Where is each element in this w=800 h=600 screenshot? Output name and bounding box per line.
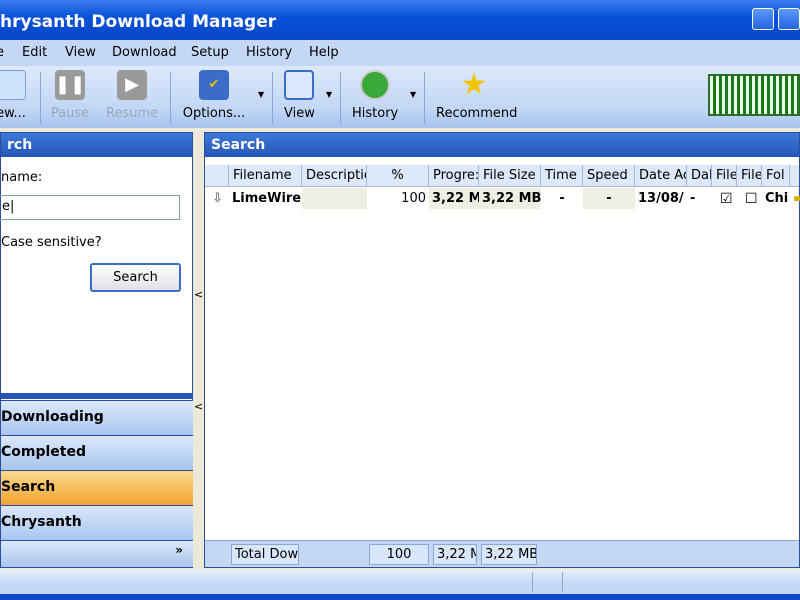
- col-folder[interactable]: Fol: [762, 165, 790, 187]
- total-progress: 3,22 M: [433, 544, 477, 565]
- history-dropdown-icon[interactable]: ▼: [410, 90, 416, 99]
- history-icon: [360, 70, 390, 100]
- col-time[interactable]: Time F: [541, 165, 583, 187]
- totals-footer: Total Dow 100 3,22 M 3,22 MB: [205, 540, 799, 567]
- separator: [340, 72, 341, 124]
- panel-header: Search: [205, 133, 799, 157]
- options-button[interactable]: ✔ Options...: [182, 70, 246, 121]
- folder-icon: ▬: [793, 191, 800, 206]
- search-button[interactable]: Search: [90, 263, 181, 292]
- total-label: Total Dow: [231, 544, 299, 565]
- more-buttons-icon[interactable]: »: [1, 540, 193, 567]
- cell-progress: 3,22 M: [429, 188, 479, 209]
- title-bar: hrysanth Download Manager: [0, 0, 800, 40]
- status-divider: [562, 572, 563, 592]
- total-file-size: 3,22 MB: [481, 544, 537, 565]
- menu-setup[interactable]: Setup: [191, 45, 229, 60]
- download-arrow-icon: ⇩: [212, 191, 223, 206]
- status-divider: [532, 572, 533, 592]
- view-dropdown-icon[interactable]: ▼: [326, 90, 332, 99]
- window-title: hrysanth Download Manager: [0, 12, 277, 32]
- play-icon: ▶: [117, 70, 147, 100]
- separator: [170, 72, 171, 124]
- name-input[interactable]: e|: [0, 195, 180, 220]
- view-button[interactable]: View: [284, 70, 315, 121]
- menu-edit[interactable]: Edit: [22, 45, 47, 60]
- right-panel: Search Filename Descriptic % Progre: Fil…: [204, 132, 800, 568]
- new-button[interactable]: ew...: [0, 70, 28, 121]
- col-file-2[interactable]: File: [737, 165, 762, 187]
- options-dropdown-icon[interactable]: ▼: [258, 90, 264, 99]
- cell-filename: LimeWire': [232, 191, 302, 206]
- cell-description: [302, 188, 367, 209]
- total-percent: 100: [369, 544, 429, 565]
- nav-completed[interactable]: Completed: [1, 435, 193, 470]
- pause-icon: ❚❚: [55, 70, 85, 100]
- new-icon: [0, 70, 26, 100]
- menu-view[interactable]: View: [65, 45, 96, 60]
- menu-download[interactable]: Download: [112, 45, 177, 60]
- nav-search[interactable]: Search: [1, 470, 193, 505]
- col-file-1[interactable]: File: [712, 165, 737, 187]
- collapse-icon[interactable]: <: [194, 400, 203, 413]
- name-label: name:: [1, 170, 43, 185]
- column-headers: Filename Descriptic % Progre: File Size …: [205, 165, 799, 187]
- col-filename[interactable]: Filename: [229, 165, 302, 187]
- menu-history[interactable]: History: [246, 45, 292, 60]
- view-icon: [284, 70, 314, 100]
- nav-downloading[interactable]: Downloading: [1, 400, 193, 435]
- separator: [272, 72, 273, 124]
- menu-bar: e Edit View Download Setup History Help: [0, 40, 800, 66]
- maximize-button[interactable]: [778, 8, 800, 30]
- history-button[interactable]: History: [352, 70, 398, 121]
- col-file-size[interactable]: File Size: [479, 165, 541, 187]
- collapse-icon[interactable]: <: [194, 288, 203, 301]
- cell-date: 13/08/: [638, 191, 684, 206]
- col-date[interactable]: Date Ac: [635, 165, 687, 187]
- resume-button[interactable]: ▶ Resume: [106, 70, 158, 121]
- cell-speed: -: [583, 188, 635, 209]
- pause-button[interactable]: ❚❚ Pause: [50, 70, 90, 121]
- cell-dal: -: [690, 191, 696, 206]
- case-sensitive-checkbox[interactable]: Case sensitive?: [1, 235, 102, 250]
- file-checkbox-checked[interactable]: ☑: [717, 188, 735, 209]
- bandwidth-meter: [708, 74, 800, 116]
- separator: [40, 72, 41, 124]
- left-panel: rch name: e| Case sensitive? Search Down…: [0, 132, 193, 568]
- splitter-handle[interactable]: [1, 393, 193, 399]
- col-dal[interactable]: Dal: [687, 165, 712, 187]
- table-row[interactable]: ⇩ LimeWire' 100 3,22 M 3,22 MB - - 13/08…: [205, 188, 800, 209]
- cell-time: -: [559, 191, 565, 206]
- file-checkbox-unchecked[interactable]: ☐: [742, 188, 760, 209]
- recommend-button[interactable]: ★ Recommend: [436, 67, 517, 122]
- nav-chrysanth[interactable]: Chrysanth: [1, 505, 193, 540]
- menu-file[interactable]: e: [0, 45, 4, 60]
- separator: [424, 72, 425, 124]
- options-icon: ✔: [199, 70, 229, 100]
- col-progress[interactable]: Progre:: [429, 165, 479, 187]
- panel-header: rch: [1, 133, 192, 157]
- menu-help[interactable]: Help: [309, 45, 339, 60]
- cell-percent: 100: [401, 191, 426, 206]
- col-icon[interactable]: [205, 165, 229, 187]
- status-bar: [0, 570, 800, 600]
- col-percent[interactable]: %: [367, 165, 429, 187]
- cell-folder: Chi: [765, 191, 789, 206]
- toolbar: ew... ❚❚ Pause ▶ Resume ✔ Options... ▼ View…: [0, 66, 800, 128]
- col-speed[interactable]: Speed: [583, 165, 635, 187]
- star-icon: ★: [460, 67, 488, 102]
- minimize-button[interactable]: [752, 8, 774, 30]
- panel-splitter[interactable]: < <: [193, 132, 204, 568]
- cell-file-size: 3,22 MB: [479, 188, 541, 209]
- col-description[interactable]: Descriptic: [302, 165, 367, 187]
